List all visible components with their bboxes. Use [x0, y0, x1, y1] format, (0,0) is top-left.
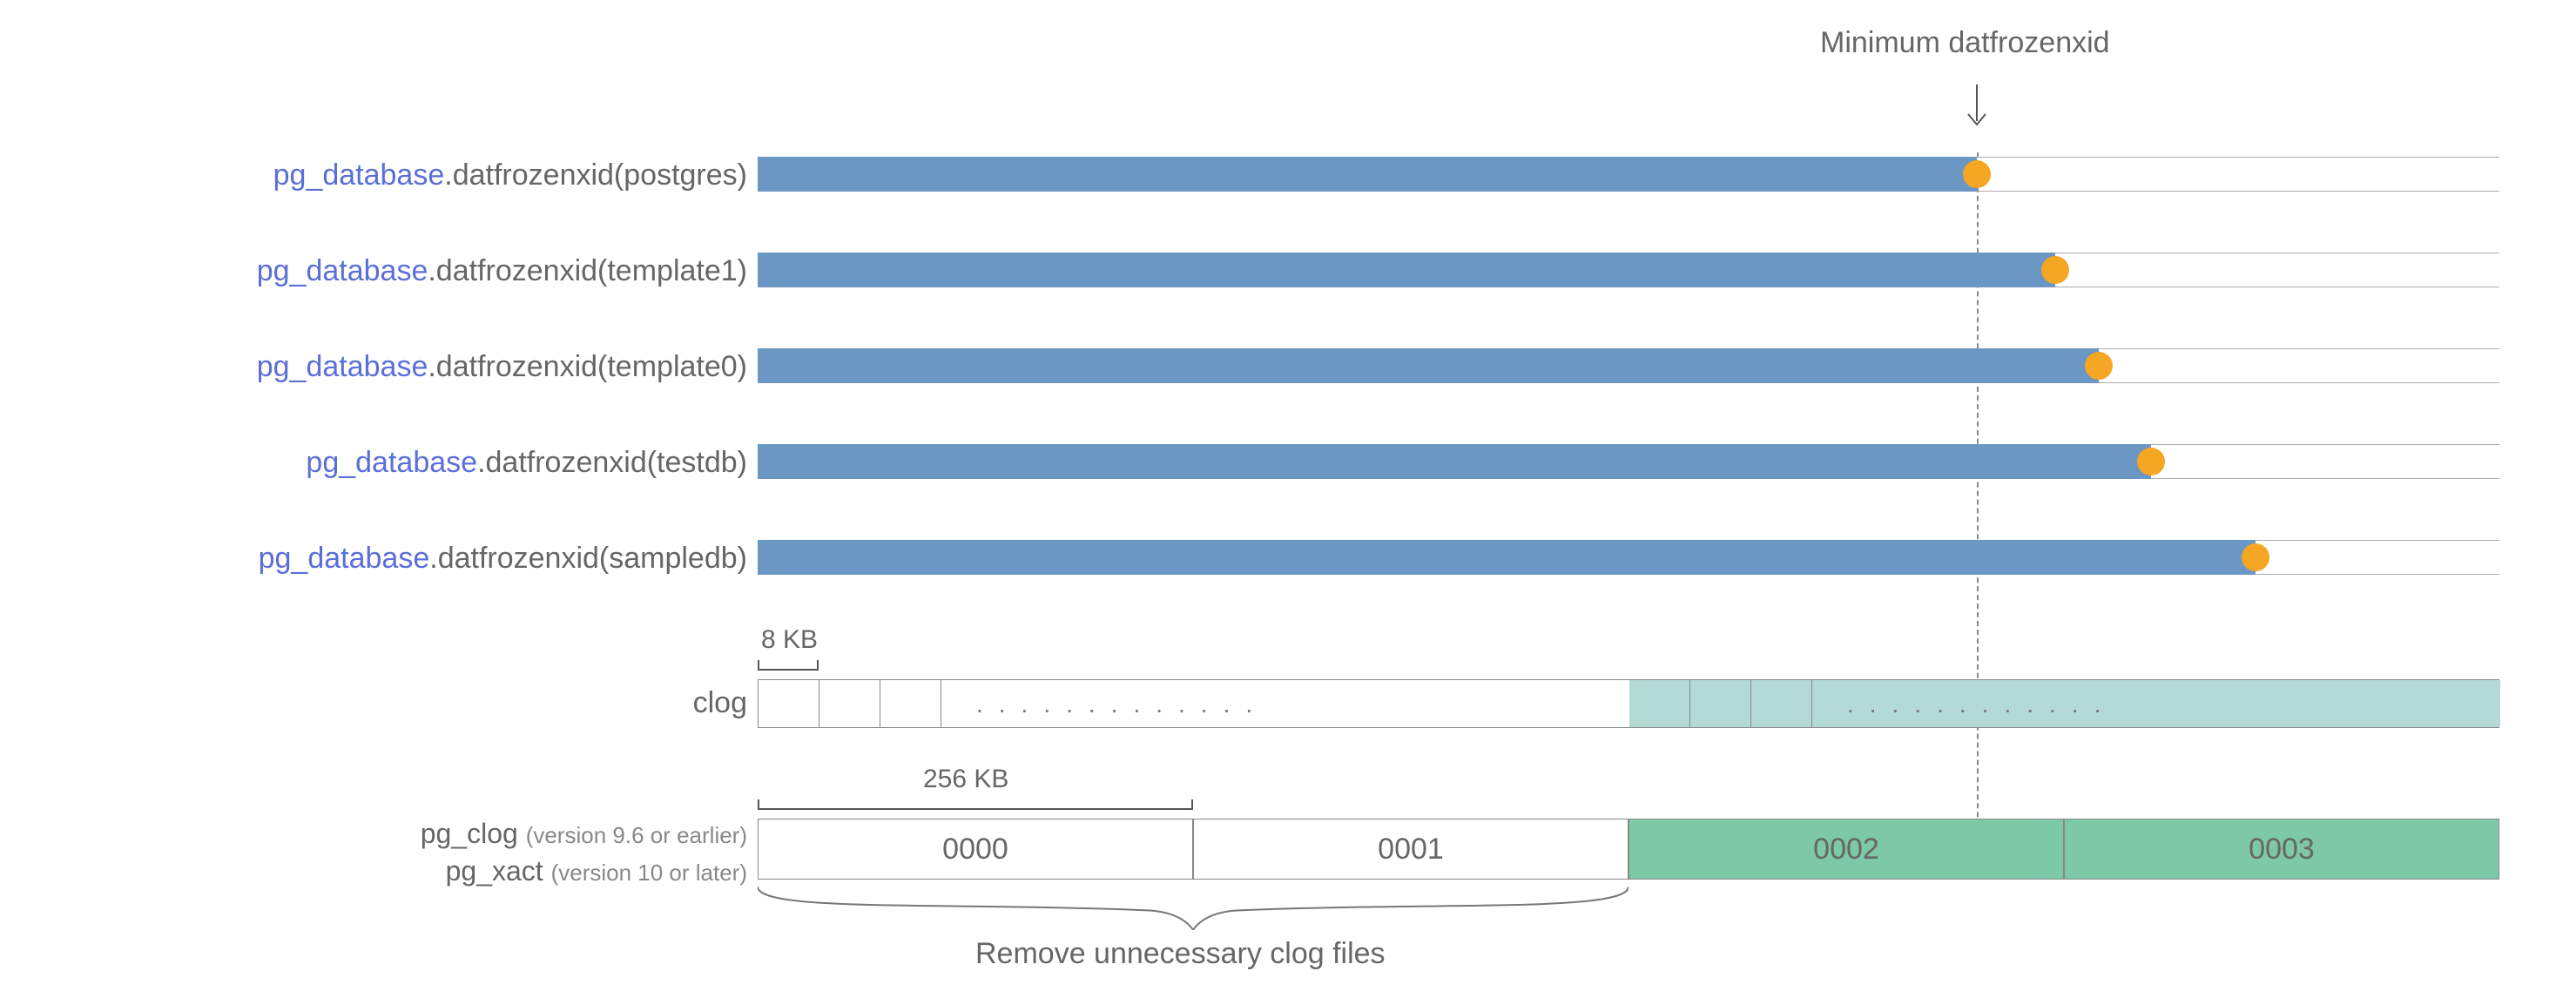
datfrozenxid-field-text: .datfrozenxid(testdb): [477, 446, 747, 479]
clog-label: clog: [693, 686, 747, 720]
clog-file-segment: 0000: [758, 819, 1193, 880]
clog-ellipsis-dots: ............: [1847, 680, 2116, 729]
clog-file-segment: 0002: [1629, 819, 2064, 880]
file-size-256kb-label: 256 KB: [923, 765, 1008, 794]
min-datfrozenxid-arrow: [1961, 83, 1993, 141]
datfrozenxid-marker-dot: [2041, 256, 2069, 284]
datfrozenxid-marker-dot: [1963, 160, 1991, 188]
datfrozenxid-bar: [758, 348, 2099, 383]
pg-database-link: pg_database: [259, 542, 430, 575]
datfrozenxid-field-text: .datfrozenxid(postgres): [444, 158, 747, 192]
pgxact-version-note: (version 10 or later): [551, 860, 747, 886]
pg-database-link: pg_database: [257, 350, 428, 383]
page-size-8kb-bracket: [758, 660, 819, 671]
datfrozenxid-field-text: .datfrozenxid(template1): [428, 254, 747, 287]
datfrozenxid-row-label: pg_database.datfrozenxid(postgres): [273, 158, 747, 192]
clog-page-box: [759, 680, 819, 727]
pgclog-version-note: (version 9.6 or earlier): [526, 822, 747, 848]
datfrozenxid-field-text: .datfrozenxid(sampledb): [429, 542, 747, 575]
pg-database-link: pg_database: [273, 158, 445, 192]
clog-file-segment: 0001: [1193, 819, 1629, 880]
pgxact-name: pg_xact: [446, 855, 543, 887]
datfrozenxid-row-label: pg_database.datfrozenxid(template0): [257, 350, 747, 384]
datfrozenxid-marker-dot: [2137, 448, 2165, 475]
datfrozenxid-bar: [758, 157, 1977, 192]
clog-ellipsis-dots: .............: [976, 680, 1268, 729]
pg-database-link: pg_database: [257, 254, 428, 287]
removable-files-brace: [758, 887, 1629, 930]
datfrozenxid-bar: [758, 253, 2055, 287]
clog-file-track: 0000000100020003: [758, 819, 2499, 880]
datfrozenxid-field-text: .datfrozenxid(template0): [428, 350, 747, 383]
datfrozenxid-row-label: pg_database.datfrozenxid(sampledb): [259, 542, 747, 576]
pgclog-pgxact-labels: pg_clog (version 9.6 or earlier) pg_xact…: [421, 815, 747, 890]
datfrozenxid-row-label: pg_database.datfrozenxid(testdb): [306, 446, 747, 480]
clog-page-box: [880, 680, 941, 727]
datfrozenxid-bar: [758, 540, 2256, 575]
datfrozenxid-marker-dot: [2085, 352, 2113, 380]
clog-page-box: [1690, 680, 1751, 727]
clog-file-segment: 0003: [2064, 819, 2499, 880]
clog-page-box: [1751, 680, 1812, 727]
datfrozenxid-bar: [758, 444, 2151, 479]
pgclog-name: pg_clog: [421, 818, 518, 849]
min-datfrozenxid-label: Minimum datfrozenxid: [1820, 26, 2110, 60]
remove-clog-caption: Remove unnecessary clog files: [975, 937, 1386, 971]
clog-page-box: [819, 680, 880, 727]
pg-database-link: pg_database: [306, 446, 477, 479]
datfrozenxid-marker-dot: [2242, 543, 2269, 571]
clog-page-box: [1629, 680, 1690, 727]
clog-track: .........................: [758, 679, 2499, 728]
page-size-8kb-label: 8 KB: [761, 625, 818, 655]
datfrozenxid-row-label: pg_database.datfrozenxid(template1): [257, 254, 747, 288]
file-size-256kb-bracket: [758, 799, 1193, 810]
